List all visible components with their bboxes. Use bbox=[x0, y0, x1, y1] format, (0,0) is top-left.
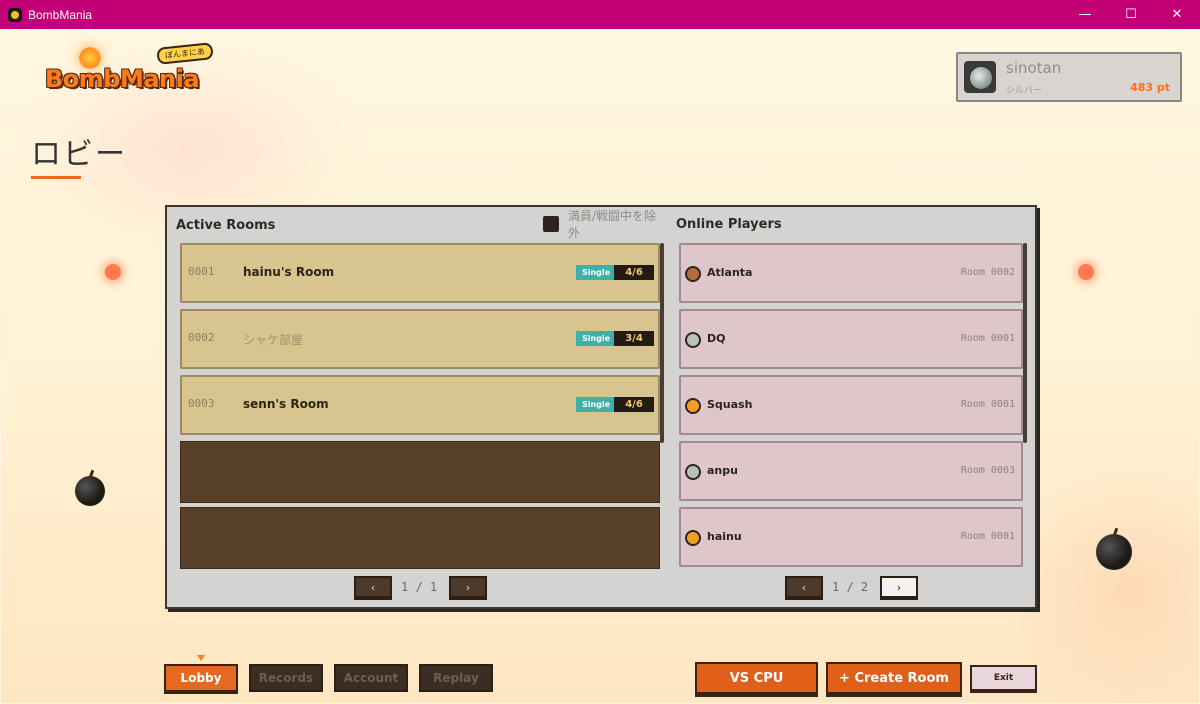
online-player-name: Squash bbox=[707, 398, 753, 411]
lobby-panel: Active Rooms 満員/戦闘中を除外 Online Players 00… bbox=[165, 205, 1037, 609]
nav-lobby[interactable]: Lobby bbox=[164, 664, 238, 692]
silver-medal-icon bbox=[685, 332, 701, 348]
app-icon bbox=[8, 7, 22, 22]
spark-icon bbox=[1078, 264, 1094, 280]
player-count: 3/4 bbox=[614, 331, 654, 346]
logo-tag: ぼんまにあ bbox=[156, 42, 214, 65]
room-row[interactable]: 0002 シャケ部屋 Single 3/4 bbox=[180, 309, 660, 369]
minimize-button[interactable]: — bbox=[1062, 0, 1108, 29]
room-row[interactable]: 0001 hainu's Room Single 4/6 bbox=[180, 243, 660, 303]
room-id: 0001 bbox=[188, 265, 215, 278]
window-controls: — ☐ ✕ bbox=[1062, 0, 1200, 29]
exclude-full-toggle[interactable]: 満員/戦闘中を除外 bbox=[543, 207, 663, 241]
empty-room-slot bbox=[180, 441, 660, 503]
logo-word: BombMania bbox=[45, 65, 200, 93]
window-title: BombMania bbox=[28, 7, 93, 22]
player-row[interactable]: Squash Room 0001 bbox=[679, 375, 1023, 435]
exit-button[interactable]: Exit bbox=[970, 665, 1037, 691]
room-list: 0001 hainu's Room Single 4/6 0002 シャケ部屋 … bbox=[180, 241, 666, 569]
players-next-button[interactable]: › bbox=[880, 576, 918, 598]
active-tab-indicator bbox=[197, 655, 205, 661]
nav-records[interactable]: Records bbox=[249, 664, 323, 692]
room-row[interactable]: 0003 senn's Room Single 4/6 bbox=[180, 375, 660, 435]
player-rank: シルバー bbox=[1006, 86, 1043, 96]
page-title: ロビー bbox=[31, 137, 127, 172]
room-id: 0003 bbox=[188, 397, 215, 410]
maximize-button[interactable]: ☐ bbox=[1108, 0, 1154, 29]
mode-badge: Single bbox=[576, 265, 616, 280]
gold-medal-icon bbox=[685, 530, 701, 546]
rooms-next-button[interactable]: › bbox=[449, 576, 487, 598]
room-name: シャケ部屋 bbox=[243, 333, 304, 347]
player-list-scrollbar[interactable] bbox=[1023, 243, 1027, 443]
players-prev-button[interactable]: ‹ bbox=[785, 576, 823, 598]
rooms-heading: Active Rooms bbox=[176, 218, 276, 233]
app-window: BombMania ぼんまにあ sinotan シルバー 483 pt ロビー … bbox=[1, 29, 1199, 703]
empty-room-slot bbox=[180, 507, 660, 569]
online-player-room: Room 0002 bbox=[960, 267, 1015, 278]
player-card[interactable]: sinotan シルバー 483 pt bbox=[956, 52, 1182, 102]
rooms-page-indicator: 1 / 1 bbox=[401, 580, 438, 594]
exclude-checkbox[interactable] bbox=[543, 216, 559, 232]
exclude-label: 満員/戦闘中を除外 bbox=[568, 209, 657, 240]
online-player-name: anpu bbox=[707, 464, 738, 477]
online-player-name: DQ bbox=[707, 332, 726, 345]
room-list-scrollbar[interactable] bbox=[660, 243, 664, 443]
title-bar: BombMania — ☐ ✕ bbox=[0, 0, 1200, 29]
player-row[interactable]: anpu Room 0003 bbox=[679, 441, 1023, 501]
player-row[interactable]: hainu Room 0001 bbox=[679, 507, 1023, 567]
title-underline bbox=[31, 176, 81, 179]
bronze-medal-icon bbox=[685, 266, 701, 282]
player-row[interactable]: DQ Room 0001 bbox=[679, 309, 1023, 369]
create-room-button[interactable]: + Create Room bbox=[826, 662, 962, 694]
room-name: senn's Room bbox=[243, 397, 329, 411]
bomb-icon bbox=[1096, 534, 1132, 570]
online-player-name: Atlanta bbox=[707, 266, 753, 279]
players-heading: Online Players bbox=[676, 217, 782, 232]
close-button[interactable]: ✕ bbox=[1154, 0, 1200, 29]
nav-replay[interactable]: Replay bbox=[419, 664, 493, 692]
online-player-room: Room 0001 bbox=[960, 531, 1015, 542]
nav-account[interactable]: Account bbox=[334, 664, 408, 692]
mode-badge: Single bbox=[576, 331, 616, 346]
room-name: hainu's Room bbox=[243, 265, 335, 279]
gold-medal-icon bbox=[685, 398, 701, 414]
mode-badge: Single bbox=[576, 397, 616, 412]
player-list: Atlanta Room 0002 DQ Room 0001 Squash Ro… bbox=[679, 241, 1027, 569]
bomb-icon bbox=[75, 476, 105, 506]
vs-cpu-button[interactable]: VS CPU bbox=[695, 662, 818, 694]
player-points: 483 pt bbox=[1130, 81, 1170, 94]
player-count: 4/6 bbox=[614, 397, 654, 412]
player-name: sinotan bbox=[1006, 59, 1062, 77]
room-id: 0002 bbox=[188, 331, 215, 344]
player-row[interactable]: Atlanta Room 0002 bbox=[679, 243, 1023, 303]
spark-icon bbox=[105, 264, 121, 280]
rooms-prev-button[interactable]: ‹ bbox=[354, 576, 392, 598]
online-player-room: Room 0001 bbox=[960, 399, 1015, 410]
players-page-indicator: 1 / 2 bbox=[832, 580, 869, 594]
online-player-room: Room 0001 bbox=[960, 333, 1015, 344]
bombmania-logo: BombMania ぼんまにあ bbox=[45, 42, 215, 105]
online-player-room: Room 0003 bbox=[960, 465, 1015, 476]
silver-medal-icon bbox=[685, 464, 701, 480]
online-player-name: hainu bbox=[707, 530, 742, 543]
silver-medal-icon bbox=[964, 61, 996, 93]
player-count: 4/6 bbox=[614, 265, 654, 280]
